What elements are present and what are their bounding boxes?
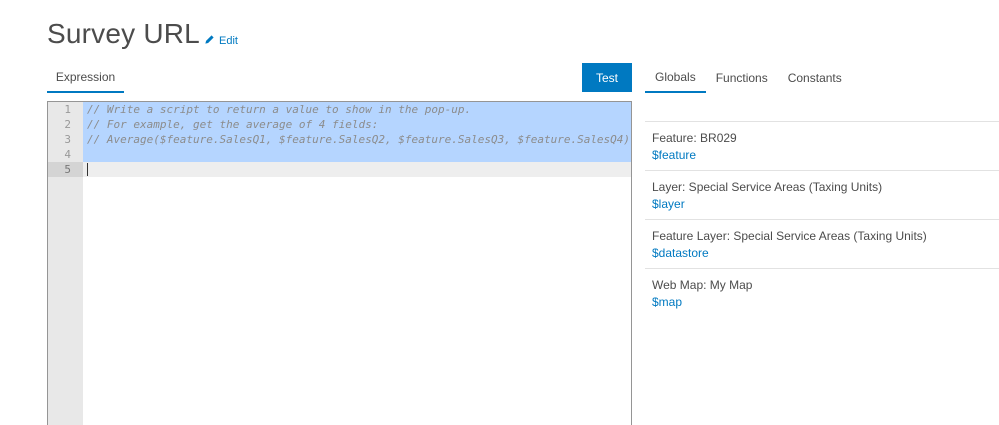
tab-functions[interactable]: Functions <box>706 63 778 93</box>
reference-tabs: Globals Functions Constants <box>645 63 852 93</box>
code-line[interactable]: // For example, get the average of 4 fie… <box>83 117 631 132</box>
code-line[interactable]: // Write a script to return a value to s… <box>83 102 631 117</box>
globals-list: Feature: BR029 $feature Layer: Special S… <box>645 121 999 318</box>
global-label: Web Map: My Map <box>652 278 753 292</box>
edit-label: Edit <box>219 35 238 47</box>
line-number: 3 <box>64 133 71 146</box>
global-variable-link[interactable]: $layer <box>652 195 992 213</box>
global-label: Layer: Special Service Areas (Taxing Uni… <box>652 180 883 194</box>
global-variable-link[interactable]: $datastore <box>652 244 992 262</box>
global-label: Feature: BR029 <box>652 131 737 145</box>
test-button[interactable]: Test <box>582 63 632 92</box>
list-item: Feature: BR029 $feature <box>645 122 999 171</box>
list-item: Web Map: My Map $map <box>645 269 999 318</box>
global-variable-link[interactable]: $feature <box>652 146 992 164</box>
code-line[interactable] <box>83 147 631 162</box>
code-editor[interactable]: 1 2 3 4 5 // Write a script to return a … <box>47 101 632 425</box>
line-number: 2 <box>64 118 71 131</box>
list-item: Feature Layer: Special Service Areas (Ta… <box>645 220 999 269</box>
line-number: 5 <box>48 162 83 177</box>
tab-expression[interactable]: Expression <box>47 63 124 93</box>
code-line-current[interactable] <box>83 162 631 177</box>
global-variable-link[interactable]: $map <box>652 293 992 311</box>
line-number: 4 <box>64 148 71 161</box>
tab-globals[interactable]: Globals <box>645 63 706 93</box>
edit-title-link[interactable]: Edit <box>204 34 238 48</box>
line-number-gutter: 1 2 3 4 5 <box>48 102 83 425</box>
code-line[interactable]: // Average($feature.SalesQ1, $feature.Sa… <box>83 132 631 147</box>
code-area[interactable]: // Write a script to return a value to s… <box>83 102 631 425</box>
line-number: 1 <box>64 103 71 116</box>
pencil-icon <box>204 34 215 48</box>
page-title: Survey URL <box>47 18 200 49</box>
text-cursor <box>87 163 88 176</box>
arcade-expression-page: Survey URL Edit Expression Test 1 2 3 4 … <box>0 0 999 425</box>
global-label: Feature Layer: Special Service Areas (Ta… <box>652 229 927 243</box>
list-item: Layer: Special Service Areas (Taxing Uni… <box>645 171 999 220</box>
tab-constants[interactable]: Constants <box>778 63 852 93</box>
